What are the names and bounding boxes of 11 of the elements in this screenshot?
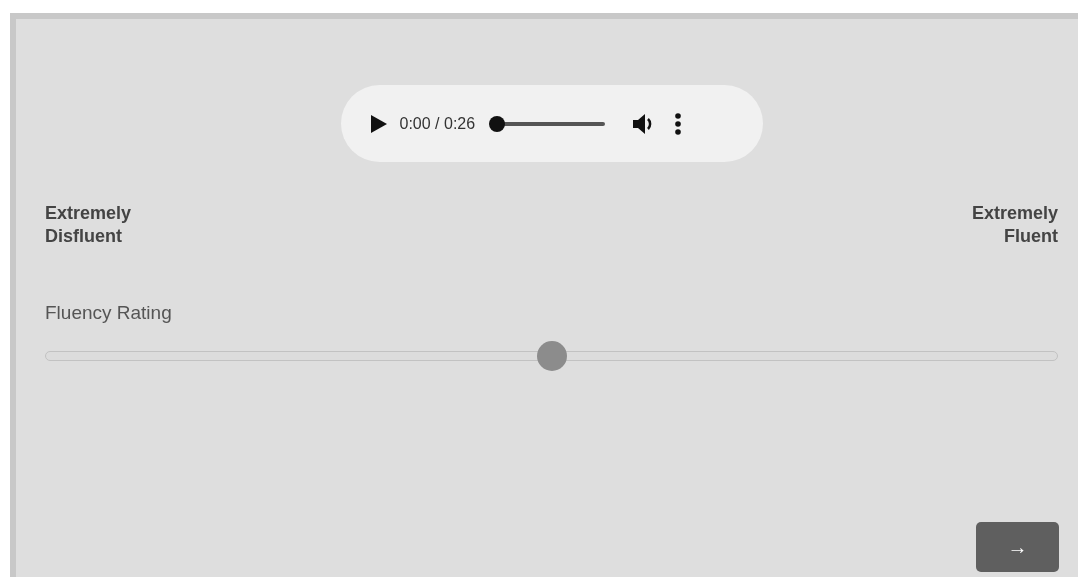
slider-label: Fluency Rating (45, 302, 173, 324)
playback-time: 0:00 / 0:26 (399, 114, 476, 133)
slider-thumb[interactable] (536, 341, 567, 371)
seek-bar[interactable] (489, 115, 606, 132)
seek-handle[interactable] (489, 115, 506, 132)
scale-max-label: Extremely Fluent (970, 202, 1058, 248)
play-icon[interactable] (368, 114, 387, 133)
rating-slider[interactable] (45, 341, 1058, 371)
scale-min-label: Extremely Disfluent (45, 202, 133, 248)
more-options-icon[interactable] (675, 111, 682, 136)
next-button[interactable]: → (976, 522, 1059, 572)
